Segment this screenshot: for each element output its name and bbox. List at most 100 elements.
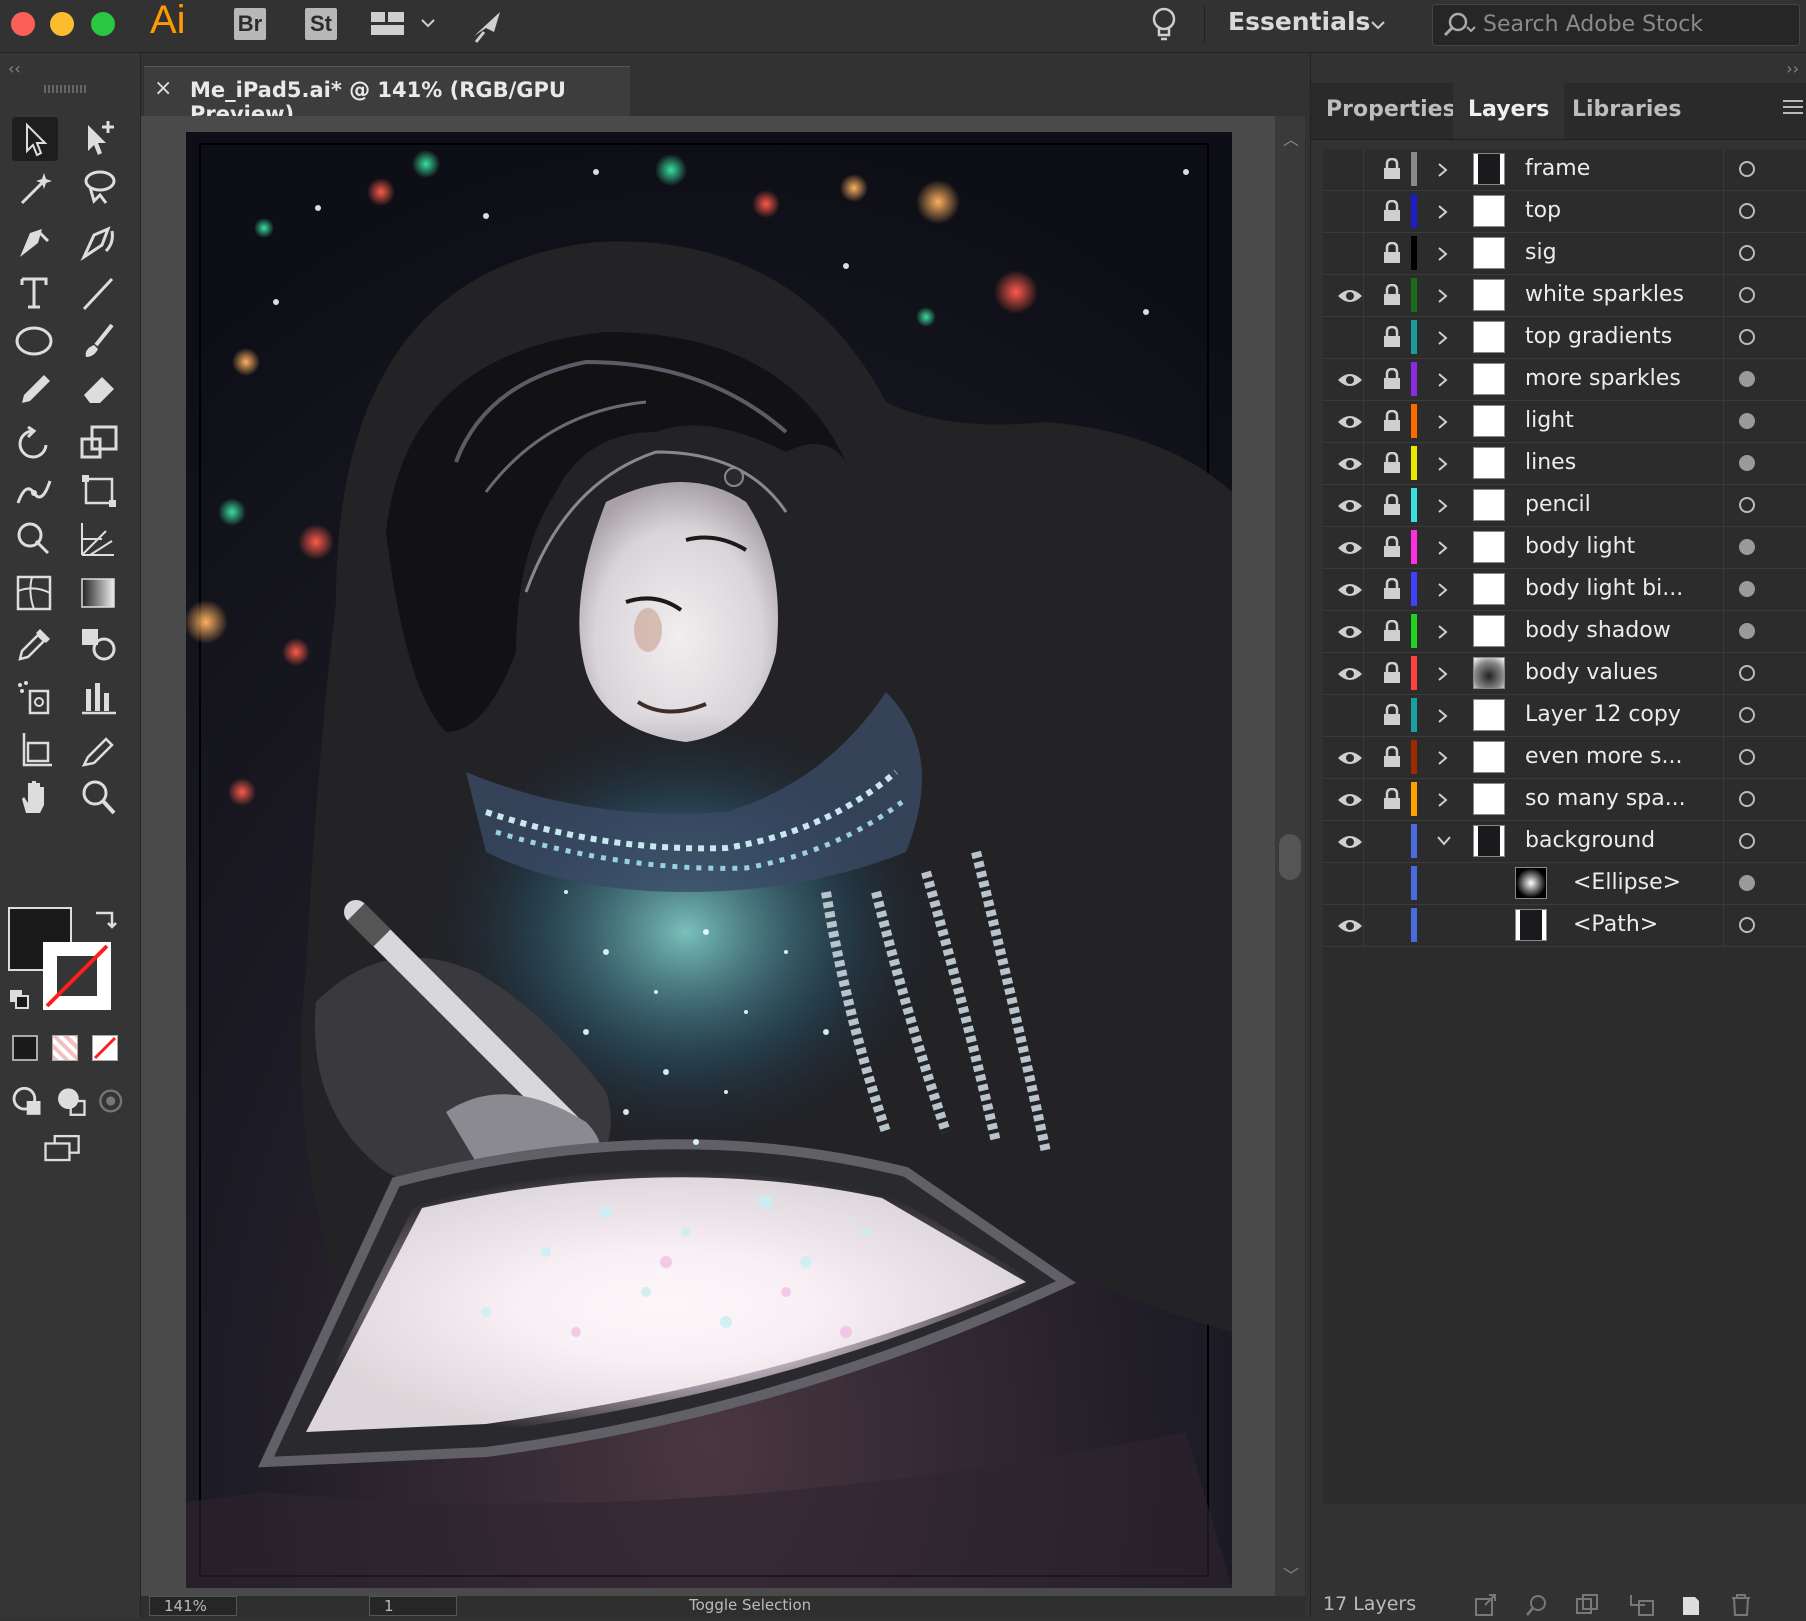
layer-row[interactable]: body shadow (1323, 611, 1806, 653)
draw-inside-icon[interactable] (90, 1079, 130, 1115)
artboard-illustration[interactable] (186, 132, 1232, 1588)
visibility-eye-icon[interactable] (1337, 413, 1363, 435)
ellipse-tool-icon[interactable] (12, 319, 58, 363)
layer-row[interactable]: frame (1323, 149, 1806, 191)
layer-target-icon[interactable] (1739, 623, 1755, 639)
gradient-tool-icon[interactable] (76, 571, 122, 615)
scroll-up-icon[interactable]: ︿ (1283, 126, 1299, 150)
visibility-eye-icon[interactable] (1337, 581, 1363, 603)
chevron-right-icon[interactable] (1435, 707, 1451, 729)
pencil-tool-icon[interactable] (12, 367, 58, 411)
layer-target-icon[interactable] (1739, 371, 1755, 387)
layer-row[interactable]: sig (1323, 233, 1806, 275)
layer-name[interactable]: top gradients (1525, 324, 1672, 349)
search-stock-field[interactable]: Search Adobe Stock (1432, 4, 1800, 46)
lock-icon[interactable] (1383, 241, 1401, 268)
visibility-eye-icon[interactable] (1337, 287, 1363, 309)
draw-behind-icon[interactable] (50, 1079, 90, 1116)
layer-target-icon[interactable] (1739, 245, 1755, 261)
layer-name[interactable]: body light (1525, 534, 1635, 559)
scroll-down-icon[interactable]: ﹀ (1283, 1562, 1299, 1586)
chevron-right-icon[interactable] (1435, 623, 1451, 645)
visibility-eye-icon[interactable] (1337, 371, 1363, 393)
default-fill-stroke-icon[interactable] (8, 988, 32, 1016)
layer-target-icon[interactable] (1739, 203, 1755, 219)
trash-icon[interactable] (1729, 1593, 1753, 1621)
artboard-tool-icon[interactable] (12, 729, 58, 773)
workspace-switcher[interactable]: Essentials (1228, 7, 1370, 36)
layer-subitem-row[interactable]: <Path> (1323, 905, 1806, 947)
layer-target-icon[interactable] (1739, 833, 1755, 849)
column-graph-tool-icon[interactable] (76, 675, 122, 719)
layer-row[interactable]: even more s... (1323, 737, 1806, 779)
lock-icon[interactable] (1383, 409, 1401, 436)
chevron-right-icon[interactable] (1435, 287, 1451, 309)
selection-tool-icon[interactable] (12, 117, 58, 161)
layer-name[interactable]: white sparkles (1525, 282, 1684, 307)
visibility-eye-icon[interactable] (1337, 665, 1363, 687)
layer-row[interactable]: Layer 12 copy (1323, 695, 1806, 737)
layer-name[interactable]: pencil (1525, 492, 1591, 517)
visibility-eye-icon[interactable] (1337, 623, 1363, 645)
new-sublayer-icon[interactable] (1627, 1593, 1655, 1621)
scroll-thumb[interactable] (1279, 834, 1301, 880)
lock-icon[interactable] (1383, 493, 1401, 520)
layer-name[interactable]: <Ellipse> (1573, 870, 1681, 895)
layer-row[interactable]: background (1323, 821, 1806, 863)
layer-name[interactable]: body light bi... (1525, 576, 1683, 601)
lock-icon[interactable] (1383, 661, 1401, 688)
window-close-button[interactable] (11, 12, 35, 36)
panel-grip[interactable] (44, 85, 86, 93)
zoom-tool-icon[interactable] (76, 775, 122, 819)
close-document-icon[interactable]: × (154, 76, 172, 101)
layer-target-icon[interactable] (1739, 455, 1755, 471)
layer-subitem-row[interactable]: <Ellipse> (1323, 863, 1806, 905)
chevron-right-icon[interactable] (1435, 371, 1451, 393)
tab-properties[interactable]: Properties (1311, 83, 1471, 139)
layer-name[interactable]: even more s... (1525, 744, 1682, 769)
lasso-tool-icon[interactable] (76, 165, 122, 209)
lock-icon[interactable] (1383, 199, 1401, 226)
layer-target-icon[interactable] (1739, 791, 1755, 807)
visibility-eye-icon[interactable] (1337, 749, 1363, 771)
layer-name[interactable]: top (1525, 198, 1561, 223)
export-icon[interactable] (1473, 1593, 1497, 1621)
layer-target-icon[interactable] (1739, 665, 1755, 681)
puppet-warp-tool-icon[interactable] (12, 469, 58, 513)
chevron-right-icon[interactable] (1435, 665, 1451, 687)
chevron-right-icon[interactable] (1435, 539, 1451, 561)
lock-icon[interactable] (1383, 619, 1401, 646)
layer-target-icon[interactable] (1739, 749, 1755, 765)
layer-row[interactable]: light (1323, 401, 1806, 443)
swap-fill-stroke-icon[interactable] (92, 905, 120, 935)
layer-target-icon[interactable] (1739, 287, 1755, 303)
tab-libraries[interactable]: Libraries (1557, 83, 1696, 139)
visibility-eye-icon[interactable] (1337, 833, 1363, 855)
scale-tool-icon[interactable] (76, 421, 122, 465)
type-tool-icon[interactable] (12, 271, 58, 315)
layer-name[interactable]: frame (1525, 156, 1590, 181)
draw-normal-icon[interactable] (6, 1079, 46, 1115)
perspective-grid-tool-icon[interactable] (76, 517, 122, 561)
window-minimize-button[interactable] (50, 12, 74, 36)
free-transform-tool-icon[interactable] (76, 469, 122, 513)
layer-target-icon[interactable] (1739, 581, 1755, 597)
symbol-sprayer-tool-icon[interactable] (12, 675, 58, 719)
lock-icon[interactable] (1383, 745, 1401, 772)
lock-icon[interactable] (1383, 283, 1401, 310)
layer-name[interactable]: sig (1525, 240, 1557, 265)
layer-row[interactable]: top (1323, 191, 1806, 233)
chevron-down-icon[interactable] (420, 14, 436, 33)
screen-mode-icon[interactable] (40, 1127, 90, 1167)
canvas-area[interactable] (141, 116, 1275, 1600)
slice-tool-icon[interactable] (76, 729, 122, 773)
visibility-eye-icon[interactable] (1337, 791, 1363, 813)
visibility-eye-icon[interactable] (1337, 455, 1363, 477)
gpu-performance-rocket-icon[interactable] (468, 6, 508, 50)
pen-tool-icon[interactable] (12, 221, 58, 265)
toggle-selection-status[interactable]: Toggle Selection (689, 1596, 811, 1614)
layer-row[interactable]: body values (1323, 653, 1806, 695)
direct-selection-tool-icon[interactable] (76, 117, 122, 161)
blend-tool-icon[interactable] (76, 621, 122, 665)
layer-name[interactable]: body shadow (1525, 618, 1671, 643)
